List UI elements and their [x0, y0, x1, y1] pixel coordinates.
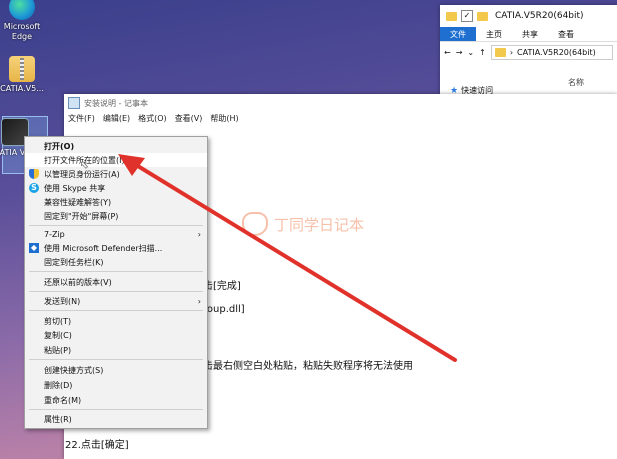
- mouse-cursor-icon: ⬉: [80, 160, 88, 171]
- annotation-arrow: ⬉: [80, 154, 457, 362]
- annotation-arrow-shaft: [126, 158, 457, 362]
- annotation-arrow-head: [118, 154, 145, 176]
